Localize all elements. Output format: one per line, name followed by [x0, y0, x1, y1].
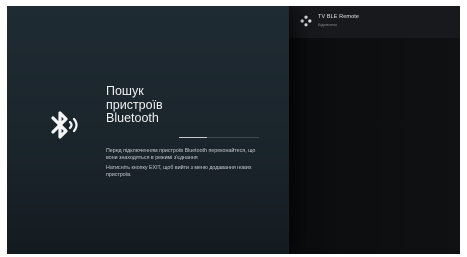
search-progress-fill	[179, 137, 207, 138]
dialog-title-line: Bluetooth	[106, 111, 159, 125]
device-name: TV BLE Remote	[318, 14, 360, 20]
search-progress-bar	[179, 137, 259, 138]
instruction-text: Перед підключенням пристроїв Bluetooth п…	[106, 148, 256, 161]
bluetooth-searching-icon	[51, 111, 78, 139]
bluetooth-search-dialog: Пошук пристроїв Bluetooth Перед підключе…	[7, 6, 289, 254]
bluetooth-device-list-panel: TV BLE Remote Відхилено	[289, 6, 460, 254]
device-list-item[interactable]: TV BLE Remote Відхилено	[289, 6, 460, 38]
instruction-text: Натисніть кнопку EXIT, щоб вийти з меню …	[106, 165, 252, 178]
dialog-title: Пошук пристроїв Bluetooth	[106, 84, 266, 126]
dialog-instructions: Перед підключенням пристроїв Bluetooth п…	[106, 148, 266, 182]
gamepad-remote-icon	[300, 15, 312, 27]
dialog-title-line: Пошук	[106, 84, 144, 98]
device-status: Відхилено	[318, 22, 338, 27]
tv-screen: TV BLE Remote Відхилено Пошук пристроїв …	[7, 6, 460, 254]
dialog-title-line: пристроїв	[106, 97, 163, 112]
